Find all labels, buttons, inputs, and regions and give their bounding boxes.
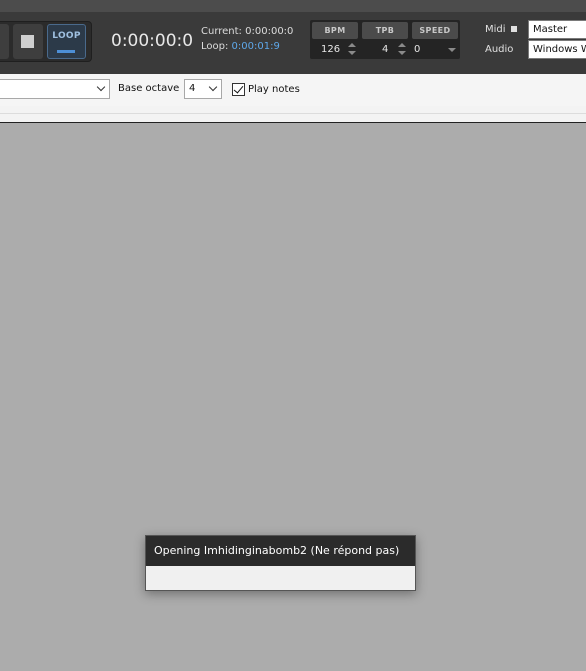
- loop-time-value: 0:00:01:9: [231, 41, 280, 52]
- piano-roll-options: Base octave 4 Play notes: [0, 74, 586, 106]
- loop-button-label: LOOP: [52, 31, 81, 41]
- chevron-down-icon: [96, 82, 106, 92]
- tpb-spin-up-icon[interactable]: [398, 43, 406, 47]
- loop-time: Loop: 0:00:01:9: [201, 41, 280, 52]
- tpb-header: TPB: [362, 22, 408, 39]
- audio-select[interactable]: Windows W: [528, 40, 586, 59]
- speed-value[interactable]: 0: [414, 44, 420, 55]
- instrument-select[interactable]: [0, 79, 110, 99]
- bpm-spin-up-icon[interactable]: [348, 43, 356, 47]
- main-toolbar: LOOP: [0, 12, 586, 74]
- tpb-value[interactable]: 4: [382, 44, 388, 55]
- tpb-spin-down-icon[interactable]: [398, 51, 406, 55]
- bpm-value[interactable]: 126: [321, 44, 340, 55]
- loop-button[interactable]: LOOP: [47, 24, 86, 59]
- play-notes-checkbox[interactable]: [232, 83, 245, 96]
- loop-time-label: Loop:: [201, 41, 229, 52]
- loop-indicator-icon: [57, 50, 75, 53]
- tempo-params: BPM TPB SPEED 126 4 0: [310, 20, 460, 59]
- bpm-spin-down-icon[interactable]: [348, 51, 356, 55]
- play-button[interactable]: [0, 24, 9, 59]
- ruler-divider: [0, 113, 586, 114]
- audio-label: Audio: [485, 44, 514, 55]
- current-time: Current: 0:00:00:0: [201, 26, 293, 37]
- base-octave-value: 4: [189, 83, 196, 94]
- chevron-down-icon: [208, 82, 218, 92]
- midi-indicator-icon: [511, 26, 517, 32]
- timeline-ruler[interactable]: [0, 106, 586, 123]
- bpm-header: BPM: [312, 22, 358, 39]
- current-time-label: Current:: [201, 26, 242, 37]
- base-octave-select[interactable]: 4: [184, 79, 222, 99]
- speed-header: SPEED: [412, 22, 458, 39]
- checkmark-icon: [233, 83, 244, 94]
- dialog-title: Opening Imhidinginabomb2 (Ne répond pas): [146, 536, 415, 566]
- stop-icon: [21, 35, 34, 48]
- current-time-value: 0:00:00:0: [245, 26, 294, 37]
- midi-select[interactable]: Master: [528, 20, 586, 39]
- stop-button[interactable]: [13, 24, 43, 59]
- midi-label: Midi: [485, 24, 506, 35]
- time-display: 0:00:00:0: [111, 31, 194, 51]
- not-responding-dialog[interactable]: Opening Imhidinginabomb2 (Ne répond pas): [145, 535, 416, 591]
- speed-dropdown-icon[interactable]: [448, 48, 456, 52]
- play-notes-label: Play notes: [248, 84, 300, 95]
- window-top-strip: [0, 0, 586, 12]
- transport-controls: LOOP: [0, 21, 92, 62]
- base-octave-label: Base octave: [118, 83, 180, 94]
